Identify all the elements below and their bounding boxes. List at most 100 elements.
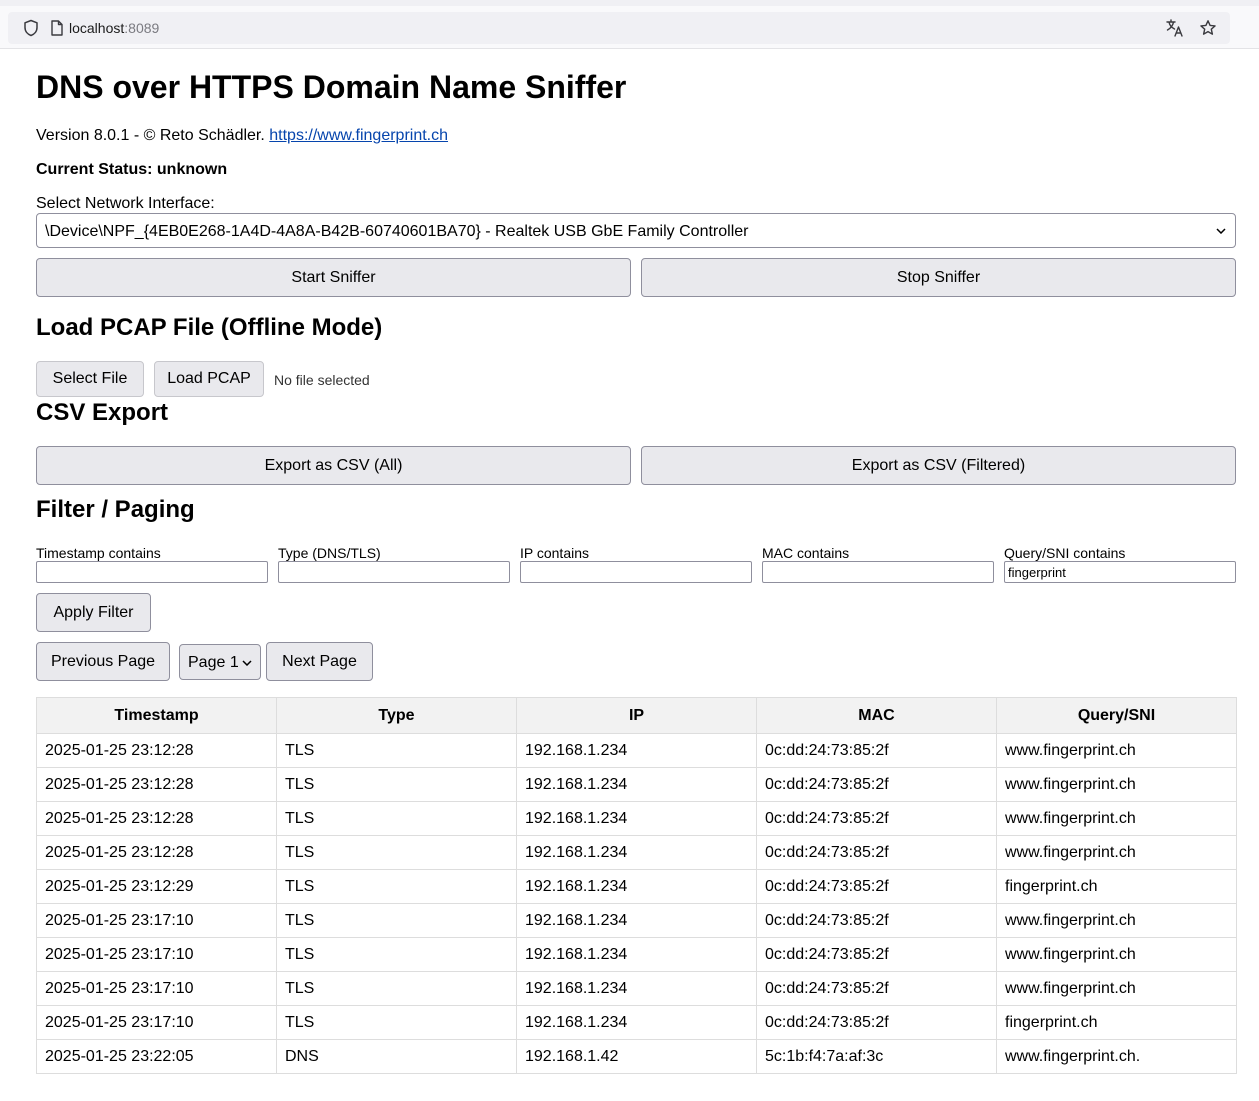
export-csv-all-button[interactable]: Export as CSV (All) xyxy=(36,446,631,485)
table-row: 2025-01-25 23:12:28 TLS 192.168.1.234 0c:dd… xyxy=(36,767,1237,802)
query-filter-input[interactable] xyxy=(1004,561,1236,583)
cell-timestamp: 2025-01-25 23:22:05 xyxy=(36,1039,277,1074)
cell-mac: 0c:dd:24:73:85:2f xyxy=(756,1005,997,1040)
cell-timestamp: 2025-01-25 23:17:10 xyxy=(36,1005,277,1040)
next-page-button[interactable]: Next Page xyxy=(266,642,373,681)
start-sniffer-button[interactable]: Start Sniffer xyxy=(36,258,631,297)
column-header-mac[interactable]: MAC xyxy=(756,697,997,734)
cell-mac: 0c:dd:24:73:85:2f xyxy=(756,971,997,1006)
previous-page-button[interactable]: Previous Page xyxy=(36,642,170,681)
load-pcap-button[interactable]: Load PCAP xyxy=(154,361,264,397)
cell-timestamp: 2025-01-25 23:17:10 xyxy=(36,903,277,938)
column-header-ip[interactable]: IP xyxy=(516,697,757,734)
url-text[interactable]: localhost:8089 xyxy=(69,20,159,36)
cell-query: www.fingerprint.ch xyxy=(996,767,1237,802)
cell-ip: 192.168.1.234 xyxy=(516,937,757,972)
cell-timestamp: 2025-01-25 23:17:10 xyxy=(36,937,277,972)
table-row: 2025-01-25 23:17:10 TLS 192.168.1.234 0c:dd… xyxy=(36,971,1237,1006)
table-row: 2025-01-25 23:17:10 TLS 192.168.1.234 0c:dd… xyxy=(36,937,1237,972)
mac-filter-input[interactable] xyxy=(762,561,994,583)
results-table: Timestamp Type IP MAC Query/SNI 2025-01-… xyxy=(36,697,1237,1074)
cell-type: DNS xyxy=(276,1039,517,1074)
column-header-type[interactable]: Type xyxy=(276,697,517,734)
cell-query: fingerprint.ch xyxy=(996,869,1237,904)
ip-filter-label: IP contains xyxy=(520,545,590,561)
page-title: DNS over HTTPS Domain Name Sniffer xyxy=(36,69,627,105)
cell-ip: 192.168.1.234 xyxy=(516,801,757,836)
ip-filter-input[interactable] xyxy=(520,561,752,583)
table-row: 2025-01-25 23:17:10 TLS 192.168.1.234 0c:dd… xyxy=(36,903,1237,938)
page-icon xyxy=(51,20,63,36)
url-port: :8089 xyxy=(124,20,160,36)
apply-filter-button[interactable]: Apply Filter xyxy=(36,593,151,632)
website-link[interactable]: https://www.fingerprint.ch xyxy=(269,127,448,144)
cell-timestamp: 2025-01-25 23:12:28 xyxy=(36,767,277,802)
table-header-row: Timestamp Type IP MAC Query/SNI xyxy=(36,697,1237,734)
cell-ip: 192.168.1.42 xyxy=(516,1039,757,1074)
bookmark-star-icon[interactable] xyxy=(1199,19,1217,37)
cell-mac: 5c:1b:f4:7a:af:3c xyxy=(756,1039,997,1074)
table-body: 2025-01-25 23:12:28 TLS 192.168.1.234 0c:dd… xyxy=(36,733,1237,1074)
export-csv-filtered-button[interactable]: Export as CSV (Filtered) xyxy=(641,446,1236,485)
interface-select[interactable]: \Device\NPF_{4EB0E268-1A4D-4A8A-B42B-607… xyxy=(36,213,1236,248)
pcap-heading: Load PCAP File (Offline Mode) xyxy=(36,314,383,341)
cell-mac: 0c:dd:24:73:85:2f xyxy=(756,903,997,938)
page-selected-value: Page 1 xyxy=(188,654,239,671)
browser-toolbar: localhost:8089 xyxy=(0,0,1259,49)
chevron-down-icon xyxy=(242,660,252,666)
cell-query: www.fingerprint.ch xyxy=(996,903,1237,938)
type-filter-input[interactable] xyxy=(278,561,510,583)
cell-timestamp: 2025-01-25 23:17:10 xyxy=(36,971,277,1006)
select-file-button[interactable]: Select File xyxy=(36,361,144,397)
cell-query: www.fingerprint.ch xyxy=(996,801,1237,836)
cell-query: www.fingerprint.ch xyxy=(996,937,1237,972)
cell-mac: 0c:dd:24:73:85:2f xyxy=(756,937,997,972)
cell-mac: 0c:dd:24:73:85:2f xyxy=(756,869,997,904)
table-row: 2025-01-25 23:17:10 TLS 192.168.1.234 0c:dd… xyxy=(36,1005,1237,1040)
interface-selected-value: \Device\NPF_{4EB0E268-1A4D-4A8A-B42B-607… xyxy=(45,223,749,240)
csv-heading: CSV Export xyxy=(36,399,169,426)
cell-type: TLS xyxy=(276,937,517,972)
shield-icon[interactable] xyxy=(22,19,40,37)
version-text: Version 8.0.1 - © Reto Schädler. xyxy=(36,127,265,144)
cell-ip: 192.168.1.234 xyxy=(516,971,757,1006)
cell-mac: 0c:dd:24:73:85:2f xyxy=(756,767,997,802)
cell-query: www.fingerprint.ch. xyxy=(996,1039,1237,1074)
column-header-query[interactable]: Query/SNI xyxy=(996,697,1237,734)
cell-query: www.fingerprint.ch xyxy=(996,835,1237,870)
cell-type: TLS xyxy=(276,903,517,938)
table-row: 2025-01-25 23:12:28 TLS 192.168.1.234 0c:dd… xyxy=(36,835,1237,870)
cell-ip: 192.168.1.234 xyxy=(516,903,757,938)
translate-icon[interactable] xyxy=(1165,18,1185,38)
cell-query: www.fingerprint.ch xyxy=(996,733,1237,768)
mac-filter-label: MAC contains xyxy=(762,545,850,561)
column-header-timestamp[interactable]: Timestamp xyxy=(36,697,277,734)
cell-timestamp: 2025-01-25 23:12:28 xyxy=(36,733,277,768)
cell-timestamp: 2025-01-25 23:12:28 xyxy=(36,801,277,836)
cell-ip: 192.168.1.234 xyxy=(516,869,757,904)
filter-heading: Filter / Paging xyxy=(36,496,195,523)
cell-type: TLS xyxy=(276,869,517,904)
address-bar[interactable]: localhost:8089 xyxy=(8,12,1230,44)
cell-type: TLS xyxy=(276,971,517,1006)
cell-mac: 0c:dd:24:73:85:2f xyxy=(756,733,997,768)
cell-type: TLS xyxy=(276,1005,517,1040)
timestamp-filter-label: Timestamp contains xyxy=(36,545,161,561)
table-row: 2025-01-25 23:22:05 DNS 192.168.1.42 5c:1b:… xyxy=(36,1039,1237,1074)
cell-ip: 192.168.1.234 xyxy=(516,767,757,802)
no-file-label: No file selected xyxy=(274,372,370,388)
cell-timestamp: 2025-01-25 23:12:29 xyxy=(36,869,277,904)
cell-type: TLS xyxy=(276,801,517,836)
cell-type: TLS xyxy=(276,835,517,870)
stop-sniffer-button[interactable]: Stop Sniffer xyxy=(641,258,1236,297)
cell-query: www.fingerprint.ch xyxy=(996,971,1237,1006)
url-host: localhost xyxy=(69,20,125,36)
timestamp-filter-input[interactable] xyxy=(36,561,268,583)
table-row: 2025-01-25 23:12:28 TLS 192.168.1.234 0c:dd… xyxy=(36,733,1237,768)
version-info: Version 8.0.1 - © Reto Schädler. https:/… xyxy=(36,126,448,146)
page-select[interactable]: Page 1 xyxy=(179,644,261,680)
table-row: 2025-01-25 23:12:28 TLS 192.168.1.234 0c:dd… xyxy=(36,801,1237,836)
cell-ip: 192.168.1.234 xyxy=(516,1005,757,1040)
type-filter-label: Type (DNS/TLS) xyxy=(278,545,381,561)
cell-type: TLS xyxy=(276,767,517,802)
